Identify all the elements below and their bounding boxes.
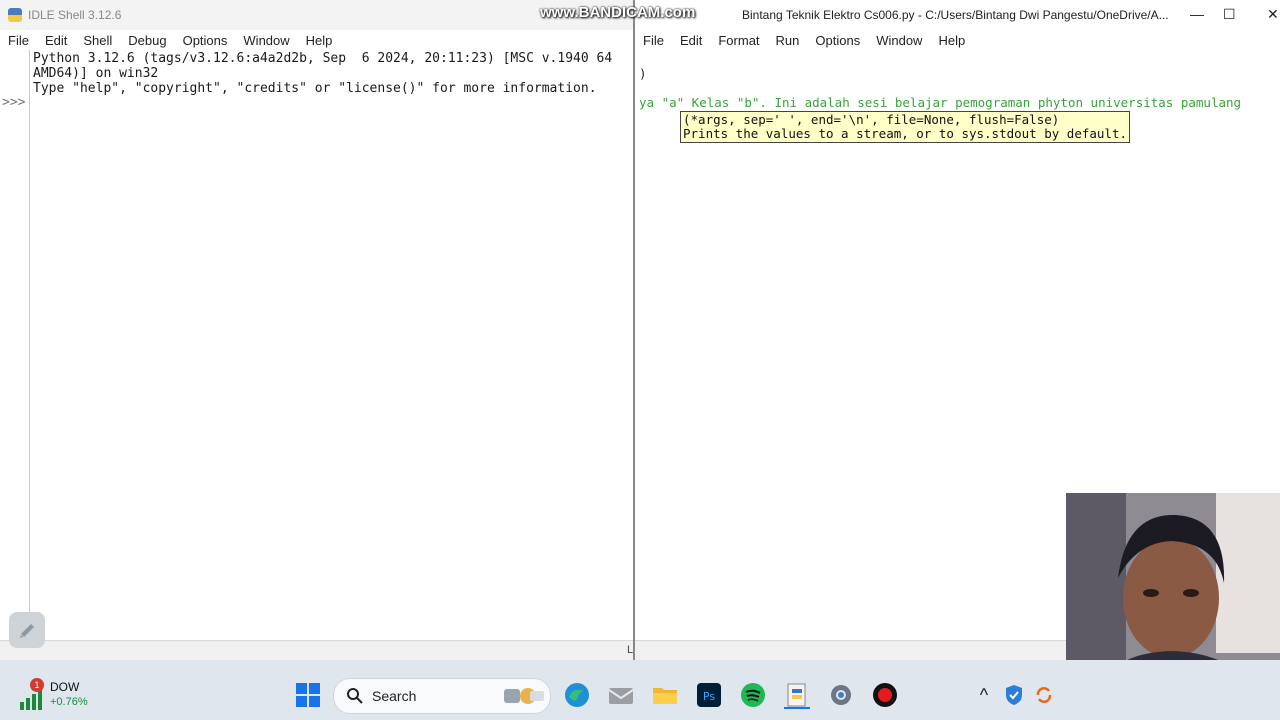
edge-icon[interactable]	[563, 681, 591, 709]
svg-text:Ps: Ps	[703, 690, 715, 703]
editor-menu-edit[interactable]: Edit	[672, 33, 710, 48]
shell-menu-help[interactable]: Help	[298, 33, 341, 48]
editor-menu-window[interactable]: Window	[868, 33, 930, 48]
shell-prompt: >>>	[2, 95, 26, 110]
editor-menu-file[interactable]: File	[635, 33, 672, 48]
bandicam-watermark: www.BANDICAM.com	[540, 4, 696, 21]
calltip: (*args, sep=' ', end='\n', file=None, fl…	[680, 111, 1131, 143]
shell-statusbar	[0, 640, 633, 661]
mail-icon[interactable]	[607, 681, 635, 709]
stock-change: +0.76%	[50, 696, 88, 708]
shell-menu-window[interactable]: Window	[235, 33, 297, 48]
minimize-button[interactable]: —	[1190, 6, 1204, 22]
tray-chevron-icon[interactable]: ^	[970, 681, 998, 709]
editor-menu-help[interactable]: Help	[930, 33, 973, 48]
shell-prompt-gutter	[0, 50, 30, 640]
shell-menu-shell[interactable]: Shell	[75, 33, 120, 48]
code-line-paren[interactable]: )	[639, 66, 647, 81]
shell-menu-edit[interactable]: Edit	[37, 33, 75, 48]
shell-menu-file[interactable]: File	[0, 33, 37, 48]
editor-menu-options[interactable]: Options	[807, 33, 868, 48]
record-icon[interactable]	[871, 681, 899, 709]
notification-badge: 1	[30, 678, 44, 692]
spotify-icon[interactable]	[739, 681, 767, 709]
stock-widget[interactable]: 1 DOW +0.76%	[18, 678, 128, 714]
editor-menu-format[interactable]: Format	[710, 33, 767, 48]
floating-widget-icon[interactable]	[9, 612, 45, 648]
shell-line-2: AMD64)] on win32	[33, 66, 159, 81]
search-highlight-icon	[504, 688, 544, 704]
search-icon	[347, 688, 363, 704]
security-shield-icon[interactable]	[1000, 681, 1028, 709]
shell-menu-debug[interactable]: Debug	[120, 33, 174, 48]
calltip-doc: Prints the values to a stream, or to sys…	[683, 126, 1128, 141]
python-icon	[8, 8, 22, 22]
idle-shell-window: IDLE Shell 3.12.6 File Edit Shell Debug …	[0, 0, 634, 661]
shell-titlebar[interactable]: IDLE Shell 3.12.6	[0, 0, 633, 30]
photoshop-icon[interactable]: Ps	[695, 681, 723, 709]
editor-title: Bintang Teknik Elektro Cs006.py - C:/Use…	[742, 8, 1169, 22]
taskbar-search[interactable]: Search	[333, 678, 551, 714]
search-label: Search	[372, 688, 417, 704]
shell-menubar: File Edit Shell Debug Options Window Hel…	[0, 30, 633, 50]
windows-taskbar: 1 DOW +0.76%	[0, 660, 1280, 720]
close-button[interactable]: ✕	[1267, 6, 1279, 23]
shell-title: IDLE Shell 3.12.6	[28, 8, 122, 22]
shell-menu-options[interactable]: Options	[175, 33, 236, 48]
code-line-string[interactable]: ya "a" Kelas "b". Ini adalah sesi belaja…	[639, 95, 1241, 110]
shell-line-1: Python 3.12.6 (tags/v3.12.6:a4a2d2b, Sep…	[33, 51, 613, 66]
sync-icon[interactable]	[1030, 681, 1058, 709]
maximize-button[interactable]: ☐	[1223, 6, 1236, 23]
windows-start-icon[interactable]	[294, 681, 322, 709]
shell-line-3: Type "help", "copyright", "credits" or "…	[33, 81, 597, 96]
stock-name: DOW	[50, 680, 80, 694]
settings-icon[interactable]	[827, 681, 855, 709]
calltip-signature: (*args, sep=' ', end='\n', file=None, fl…	[683, 112, 1060, 127]
editor-menu-run[interactable]: Run	[768, 33, 808, 48]
shell-output[interactable]: Python 3.12.6 (tags/v3.12.6:a4a2d2b, Sep…	[33, 51, 612, 96]
idle-python-icon[interactable]	[783, 681, 811, 709]
editor-menubar: File Edit Format Run Options Window Help	[635, 30, 1280, 50]
editor-titlebar[interactable]: Bintang Teknik Elektro Cs006.py - C:/Use…	[635, 0, 1280, 30]
file-explorer-icon[interactable]	[651, 681, 679, 709]
